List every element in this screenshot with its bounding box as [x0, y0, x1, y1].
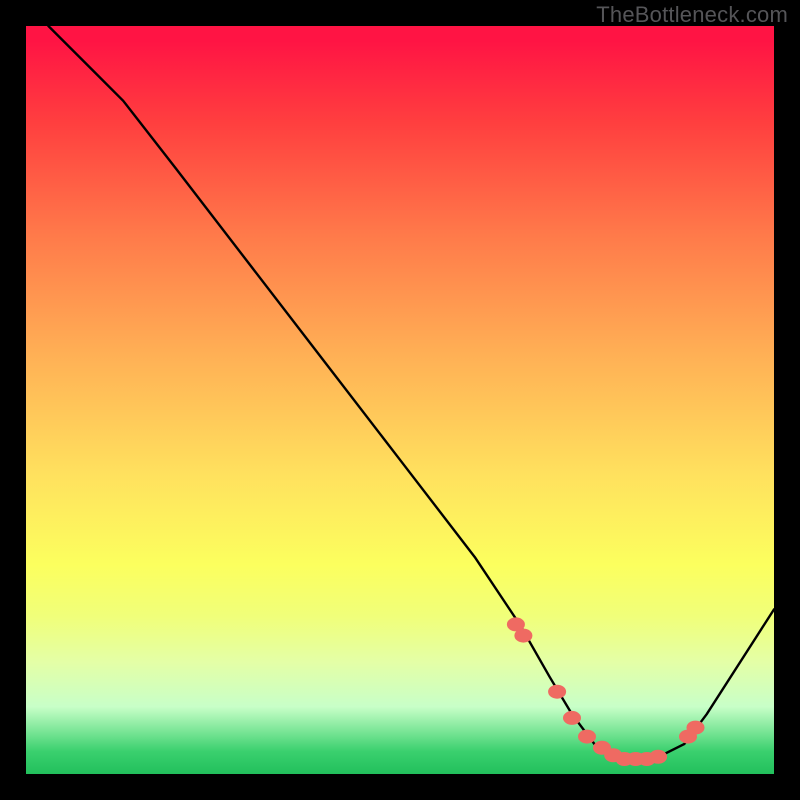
highlight-dot: [649, 750, 667, 764]
highlight-dot: [593, 741, 611, 755]
highlight-dot: [615, 752, 633, 766]
highlight-dot: [578, 730, 596, 744]
highlight-dot: [563, 711, 581, 725]
attribution-text: TheBottleneck.com: [596, 2, 788, 28]
highlight-dot: [604, 748, 622, 762]
highlight-dots: [507, 617, 705, 766]
highlight-dot: [507, 617, 525, 631]
highlight-dot: [679, 730, 697, 744]
highlight-dot: [638, 752, 656, 766]
chart-frame: TheBottleneck.com: [0, 0, 800, 800]
bottleneck-curve: [48, 26, 774, 759]
highlight-dot: [687, 721, 705, 735]
plot-area: [26, 26, 774, 774]
curve-layer: [26, 26, 774, 774]
highlight-dot: [548, 685, 566, 699]
highlight-dot: [627, 752, 645, 766]
highlight-dot: [514, 629, 532, 643]
